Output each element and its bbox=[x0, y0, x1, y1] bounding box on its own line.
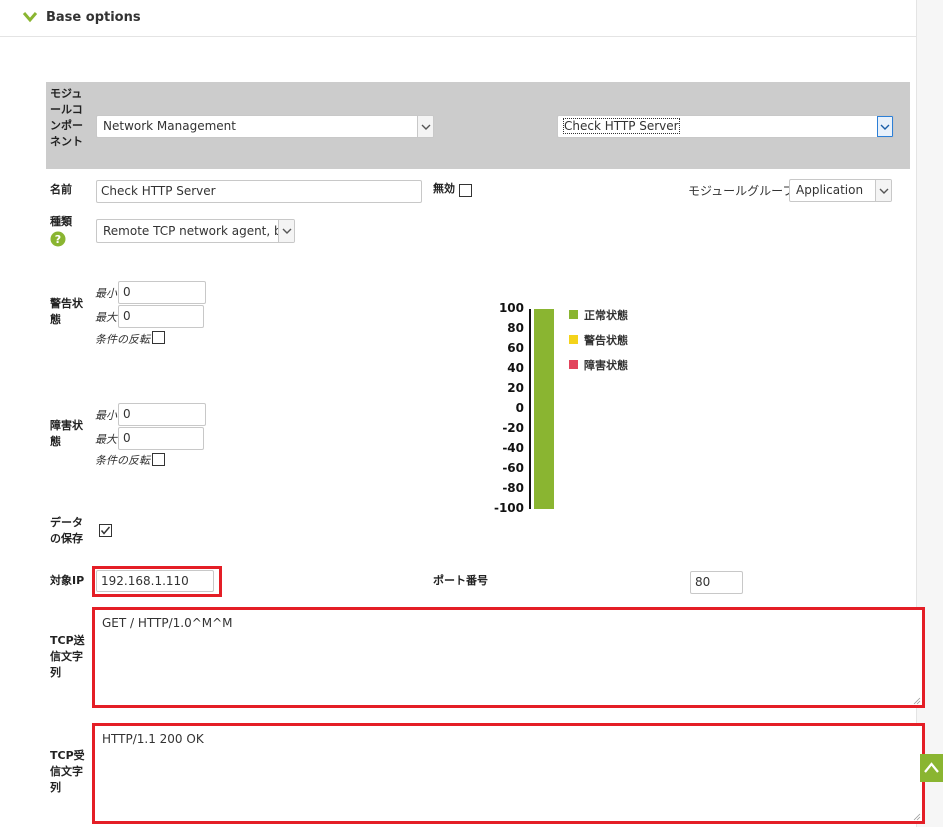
port-input[interactable]: 80 bbox=[690, 571, 743, 594]
legend-label: 警告状態 bbox=[584, 334, 628, 347]
name-input[interactable]: Check HTTP Server bbox=[96, 180, 422, 203]
module-component-label: モジュールコンポーネント bbox=[50, 87, 83, 148]
tcp-recv-textarea[interactable]: HTTP/1.1 200 OK bbox=[95, 726, 922, 821]
critical-invert-label: 条件の反転 bbox=[95, 454, 150, 467]
chevron-down-icon bbox=[875, 180, 891, 201]
type-label: 種類 bbox=[50, 215, 72, 228]
legend-swatch bbox=[569, 310, 578, 319]
help-icon[interactable]: ? bbox=[50, 231, 66, 247]
module-component-select[interactable]: Check HTTP Server bbox=[557, 115, 894, 138]
module-group-select[interactable]: Network Management bbox=[96, 115, 434, 138]
chart-y-tick: 20 bbox=[507, 381, 524, 395]
chevron-down-icon bbox=[877, 116, 893, 137]
chevron-down-icon bbox=[278, 220, 294, 242]
section-header[interactable]: Base options bbox=[0, 0, 916, 37]
legend-swatch bbox=[569, 335, 578, 344]
tcp-recv-label: TCP受信文字列 bbox=[50, 749, 85, 794]
chart-y-tick: 80 bbox=[507, 321, 524, 335]
chart-y-tick: -100 bbox=[493, 501, 524, 515]
critical-max-label: 最大 bbox=[95, 433, 117, 446]
critical-min-input[interactable]: 0 bbox=[118, 403, 206, 426]
chart-y-tick: 40 bbox=[507, 361, 524, 375]
legend-label: 障害状態 bbox=[584, 359, 628, 372]
warning-invert-checkbox[interactable] bbox=[152, 331, 165, 344]
chart-y-tick: 0 bbox=[515, 401, 524, 415]
type-select[interactable]: Remote TCP network agent, bo bbox=[96, 219, 295, 243]
critical-min-label: 最小 bbox=[95, 409, 117, 422]
warning-min-label: 最小 bbox=[95, 287, 117, 300]
chart-y-tick: -60 bbox=[502, 461, 524, 475]
name-label: 名前 bbox=[50, 183, 72, 196]
scroll-top-button[interactable] bbox=[920, 754, 943, 782]
warning-max-input[interactable]: 0 bbox=[118, 305, 204, 328]
chart-y-tick: -40 bbox=[502, 441, 524, 455]
critical-max-input[interactable]: 0 bbox=[118, 427, 204, 450]
legend-label: 正常状態 bbox=[584, 309, 628, 322]
chart-y-tick: 100 bbox=[498, 301, 524, 315]
warning-status-label: 警告状態 bbox=[50, 297, 83, 326]
resize-grip-icon[interactable] bbox=[913, 697, 921, 705]
section-title: Base options bbox=[46, 10, 141, 25]
data-save-label: データの保存 bbox=[50, 516, 83, 545]
critical-invert-checkbox[interactable] bbox=[152, 453, 165, 466]
disabled-checkbox[interactable] bbox=[459, 184, 472, 197]
chart-bar-normal bbox=[534, 309, 554, 509]
chart-y-axis bbox=[529, 309, 531, 509]
target-ip-input[interactable]: 192.168.1.110 bbox=[96, 570, 214, 592]
chart-y-tick: 60 bbox=[507, 341, 524, 355]
data-save-checkbox[interactable] bbox=[99, 524, 112, 537]
legend-swatch bbox=[569, 360, 578, 369]
critical-status-label: 障害状態 bbox=[50, 419, 83, 448]
chevron-down-icon bbox=[417, 116, 433, 137]
module-group-label: モジュールグループ bbox=[688, 184, 795, 198]
port-label: ポート番号 bbox=[433, 574, 488, 587]
tcp-send-textarea[interactable]: GET / HTTP/1.0^M^M bbox=[95, 610, 922, 705]
warning-max-label: 最大 bbox=[95, 311, 117, 324]
svg-text:?: ? bbox=[55, 233, 61, 246]
module-group-dropdown[interactable]: Application bbox=[789, 179, 892, 202]
chart-y-tick: -80 bbox=[502, 481, 524, 495]
warning-min-input[interactable]: 0 bbox=[118, 281, 206, 304]
chevron-down-icon[interactable] bbox=[22, 10, 38, 24]
target-ip-label: 対象IP bbox=[50, 574, 85, 587]
resize-grip-icon[interactable] bbox=[913, 813, 921, 821]
chevron-up-icon bbox=[924, 762, 939, 773]
disabled-label: 無効 bbox=[433, 182, 455, 195]
chart-y-tick: -20 bbox=[502, 421, 524, 435]
tcp-send-label: TCP送信文字列 bbox=[50, 634, 85, 679]
warning-invert-label: 条件の反転 bbox=[95, 333, 150, 346]
